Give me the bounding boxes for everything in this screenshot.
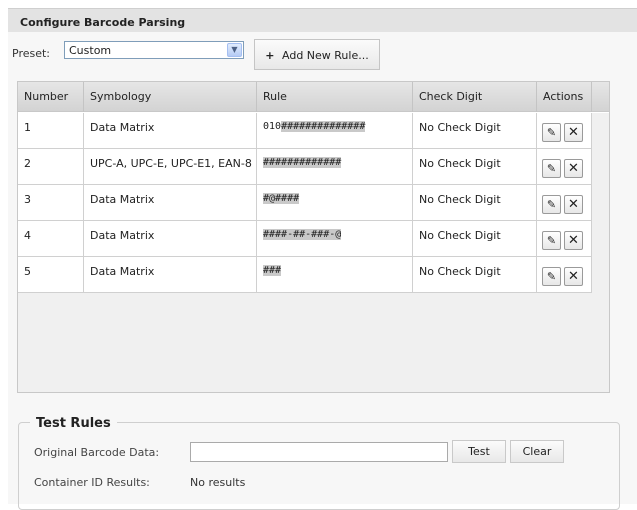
close-x-icon[interactable]: ✕	[564, 159, 583, 178]
grid-header: Number Symbology Rule Check Digit Action…	[18, 82, 609, 112]
column-header-check-digit[interactable]: Check Digit	[413, 82, 537, 112]
add-new-rule-label: Add New Rule...	[282, 49, 369, 62]
preset-label: Preset:	[12, 47, 51, 60]
cell-symbology: Data Matrix	[84, 221, 257, 257]
cell-symbology: Data Matrix	[84, 113, 257, 149]
cell-symbology: UPC-A, UPC-E, UPC-E1, EAN-8	[84, 149, 257, 185]
cell-number: 1	[18, 113, 84, 149]
pencil-icon[interactable]: ✎	[542, 195, 561, 214]
preset-select-value: Custom	[69, 44, 112, 57]
cell-rule: #@####	[257, 185, 413, 221]
test-rules-fieldset	[18, 422, 620, 510]
add-new-rule-button[interactable]: + Add New Rule...	[254, 39, 380, 70]
cell-actions: ✎ ✕	[537, 113, 592, 149]
cell-rule: #############	[257, 149, 413, 185]
close-x-icon[interactable]: ✕	[564, 231, 583, 250]
grid-body: 1 Data Matrix 010############## No Check…	[18, 113, 609, 392]
plus-icon: +	[265, 49, 275, 62]
column-header-number[interactable]: Number	[18, 82, 84, 112]
chevron-down-icon[interactable]: ▼	[227, 43, 242, 57]
column-header-rule[interactable]: Rule	[257, 82, 413, 112]
cell-symbology: Data Matrix	[84, 257, 257, 293]
rule-masked: ###	[263, 265, 282, 276]
cell-number: 2	[18, 149, 84, 185]
pencil-icon[interactable]: ✎	[542, 123, 561, 142]
container-id-results-label: Container ID Results:	[34, 476, 150, 489]
cell-number: 4	[18, 221, 84, 257]
rule-masked: #############	[263, 157, 342, 168]
rule-masked: ####-##-###-@	[263, 229, 342, 240]
pencil-icon[interactable]: ✎	[542, 231, 561, 250]
table-row[interactable]: 2 UPC-A, UPC-E, UPC-E1, EAN-8 ##########…	[18, 149, 592, 185]
test-rules-legend: Test Rules	[30, 416, 117, 431]
close-x-icon[interactable]: ✕	[564, 123, 583, 142]
cell-rule: ####-##-###-@	[257, 221, 413, 257]
cell-rule: ###	[257, 257, 413, 293]
cell-actions: ✎ ✕	[537, 257, 592, 293]
panel-title: Configure Barcode Parsing	[8, 8, 637, 32]
close-x-icon[interactable]: ✕	[564, 267, 583, 286]
table-row[interactable]: 5 Data Matrix ### No Check Digit ✎ ✕	[18, 257, 592, 293]
rules-grid: Number Symbology Rule Check Digit Action…	[17, 81, 610, 393]
pencil-icon[interactable]: ✎	[542, 267, 561, 286]
cell-actions: ✎ ✕	[537, 149, 592, 185]
close-x-icon[interactable]: ✕	[564, 195, 583, 214]
container-id-results-value: No results	[190, 476, 246, 489]
cell-check-digit: No Check Digit	[413, 221, 537, 257]
rule-masked: ##############	[281, 121, 366, 132]
cell-symbology: Data Matrix	[84, 185, 257, 221]
cell-number: 3	[18, 185, 84, 221]
column-header-symbology[interactable]: Symbology	[84, 82, 257, 112]
cell-check-digit: No Check Digit	[413, 149, 537, 185]
pencil-icon[interactable]: ✎	[542, 159, 561, 178]
cell-rule: 010##############	[257, 113, 413, 149]
rule-prefix: 010	[263, 121, 282, 132]
cell-check-digit: No Check Digit	[413, 185, 537, 221]
column-header-actions[interactable]: Actions	[537, 82, 592, 112]
cell-number: 5	[18, 257, 84, 293]
table-row[interactable]: 3 Data Matrix #@#### No Check Digit ✎ ✕	[18, 185, 592, 221]
original-barcode-input[interactable]	[190, 442, 448, 462]
cell-check-digit: No Check Digit	[413, 257, 537, 293]
cell-actions: ✎ ✕	[537, 185, 592, 221]
test-button[interactable]: Test	[452, 440, 506, 463]
preset-select[interactable]: Custom ▼	[64, 41, 244, 59]
rule-masked: #@####	[263, 193, 300, 204]
cell-actions: ✎ ✕	[537, 221, 592, 257]
cell-check-digit: No Check Digit	[413, 113, 537, 149]
table-row[interactable]: 4 Data Matrix ####-##-###-@ No Check Dig…	[18, 221, 592, 257]
table-row[interactable]: 1 Data Matrix 010############## No Check…	[18, 113, 592, 149]
original-barcode-label: Original Barcode Data:	[34, 446, 160, 459]
clear-button[interactable]: Clear	[510, 440, 564, 463]
